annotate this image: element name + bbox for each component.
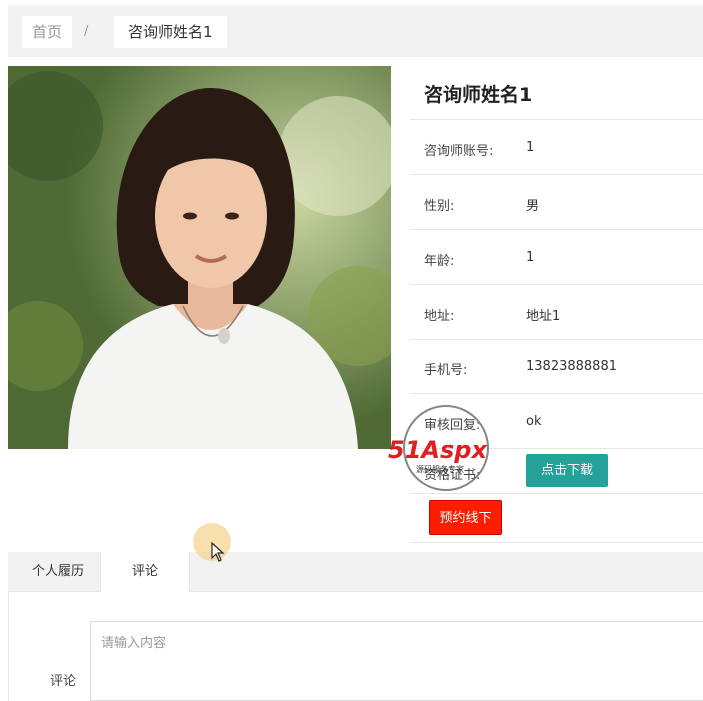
field-label-account: 咨询师账号: — [424, 144, 494, 159]
breadcrumb-home-link[interactable]: 首页 — [22, 16, 73, 48]
tab-resume[interactable]: 个人履历 — [18, 552, 98, 592]
download-certificate-button[interactable]: 点击下载 — [526, 454, 608, 487]
breadcrumb-separator: / — [84, 24, 89, 39]
divider — [410, 229, 703, 230]
field-label-phone: 手机号: — [424, 363, 468, 378]
mouse-pointer-icon — [211, 542, 225, 562]
divider — [410, 542, 703, 543]
tab-bar: 个人履历 评论 — [8, 552, 703, 593]
divider — [410, 448, 703, 449]
counselor-photo — [8, 66, 391, 449]
field-label-address: 地址: — [424, 309, 455, 324]
field-value-phone: 13823888881 — [526, 359, 617, 374]
divider — [410, 284, 703, 285]
reserve-offline-button[interactable]: 预约线下 — [429, 500, 502, 535]
field-label-gender: 性别: — [424, 199, 455, 214]
breadcrumb-current: 咨询师姓名1 — [114, 16, 227, 48]
field-value-age: 1 — [526, 250, 535, 265]
divider — [410, 493, 703, 494]
tab-comment[interactable]: 评论 — [100, 552, 190, 593]
field-value-gender: 男 — [526, 199, 540, 214]
field-label-review-reply: 审核回复: — [424, 418, 481, 433]
comment-label: 评论 — [50, 674, 77, 689]
breadcrumb: 首页 / 咨询师姓名1 — [8, 5, 703, 57]
watermark-brand: 51Aspx — [388, 436, 488, 464]
divider — [410, 393, 703, 394]
divider — [410, 174, 703, 175]
field-value-account: 1 — [526, 140, 535, 155]
field-label-age: 年龄: — [424, 254, 455, 269]
divider — [410, 119, 703, 120]
field-label-certificate: 资格证书: — [424, 468, 481, 483]
comment-input[interactable] — [90, 621, 703, 701]
counselor-name: 咨询师姓名1 — [424, 84, 533, 106]
field-value-address: 地址1 — [526, 309, 561, 324]
counselor-photo-illustration — [8, 66, 391, 449]
divider — [410, 339, 703, 340]
field-value-review-reply: ok — [526, 414, 542, 429]
